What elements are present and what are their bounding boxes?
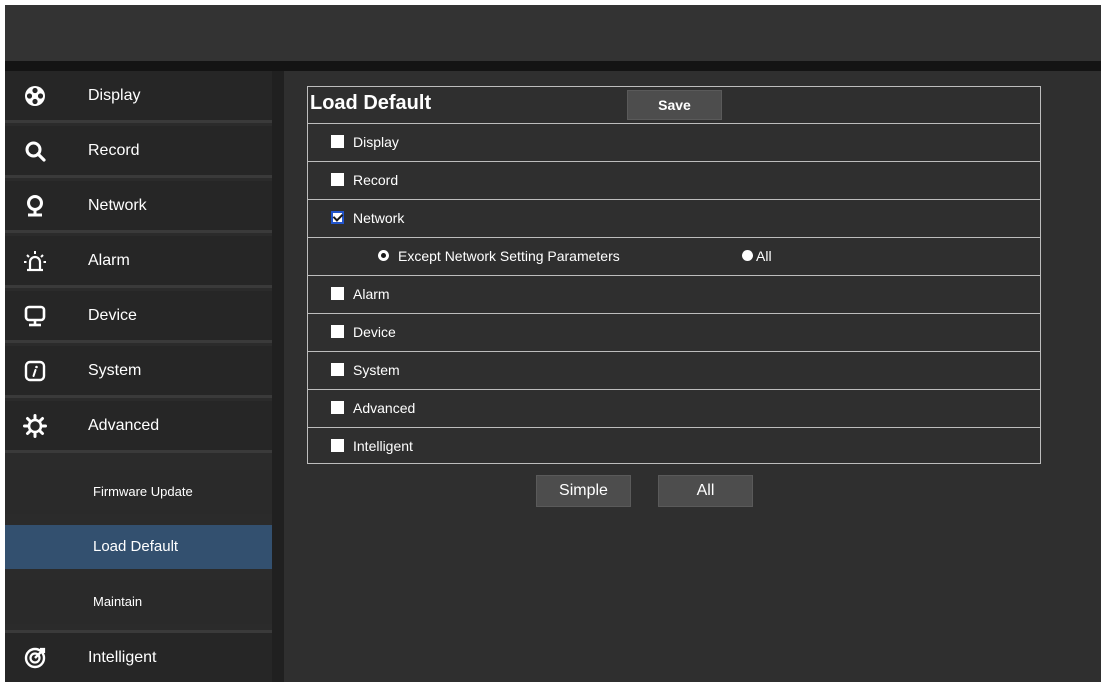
network-sub-row: Except Network Setting Parameters All (308, 238, 1040, 276)
sidebar-subitem-label: Firmware Update (93, 484, 193, 499)
display-icon (25, 86, 45, 106)
option-label: Record (353, 172, 399, 188)
except-network-label: Except Network Setting Parameters (398, 248, 620, 264)
option-row-record[interactable]: Record (308, 162, 1040, 200)
top-divider (5, 61, 1101, 71)
sidebar-subitem-load-default[interactable]: Load Default (5, 525, 272, 569)
save-button[interactable]: Save (627, 90, 722, 120)
sidebar-subitem-firmware-update[interactable]: Firmware Update (5, 470, 272, 514)
sidebar-item-alarm[interactable]: Alarm (5, 236, 272, 288)
page-title: Load Default (310, 92, 432, 114)
option-row-alarm[interactable]: Alarm (308, 276, 1040, 314)
alarm-icon (24, 251, 46, 272)
panel-header-row: Load Default Save (308, 87, 1040, 124)
top-bar (5, 5, 1101, 61)
except-network-radio[interactable] (378, 250, 389, 261)
sidebar: Display Record Network Alarm Device Syst… (5, 71, 272, 682)
display-checkbox[interactable] (331, 135, 344, 148)
sidebar-item-label: Advanced (88, 417, 160, 434)
option-row-intelligent[interactable]: Intelligent (308, 428, 1040, 466)
system-icon (24, 360, 46, 382)
record-icon (25, 141, 46, 162)
intelligent-checkbox[interactable] (331, 439, 344, 452)
app-window: Display Record Network Alarm Device Syst… (5, 5, 1101, 682)
option-label: Device (353, 324, 396, 340)
option-label: Network (353, 210, 405, 226)
sidebar-item-system[interactable]: System (5, 346, 272, 398)
option-row-system[interactable]: System (308, 352, 1040, 390)
sidebar-item-label: Display (88, 87, 141, 104)
option-label: Display (353, 134, 399, 150)
device-icon (24, 305, 46, 327)
network-checkbox[interactable] (331, 211, 344, 224)
all-radio[interactable] (742, 250, 753, 261)
sidebar-divider (272, 71, 284, 682)
sidebar-item-display[interactable]: Display (5, 71, 272, 123)
option-row-display[interactable]: Display (308, 124, 1040, 162)
sidebar-item-device[interactable]: Device (5, 291, 272, 343)
system-checkbox[interactable] (331, 363, 344, 376)
sidebar-subitem-maintain[interactable]: Maintain (5, 580, 272, 624)
option-row-network[interactable]: Network (308, 200, 1040, 238)
option-label: Alarm (353, 286, 390, 302)
intelligent-icon (24, 647, 46, 669)
sidebar-subitem-label: Maintain (93, 594, 143, 609)
alarm-checkbox[interactable] (331, 287, 344, 300)
option-label: Intelligent (353, 438, 413, 454)
option-row-advanced[interactable]: Advanced (308, 390, 1040, 428)
option-label: System (353, 362, 400, 378)
sidebar-item-label: Alarm (88, 252, 130, 269)
sidebar-item-record[interactable]: Record (5, 126, 272, 178)
advanced-checkbox[interactable] (331, 401, 344, 414)
sidebar-item-network[interactable]: Network (5, 181, 272, 233)
device-checkbox[interactable] (331, 325, 344, 338)
all-button[interactable]: All (658, 475, 753, 507)
sidebar-subitem-label: Load Default (93, 538, 179, 555)
sidebar-item-label: System (88, 362, 142, 379)
all-radio-label: All (756, 248, 772, 264)
option-label: Advanced (353, 400, 416, 416)
sidebar-item-label: Network (88, 197, 147, 214)
sidebar-item-label: Intelligent (88, 649, 157, 666)
sidebar-item-intelligent[interactable]: Intelligent (5, 630, 272, 682)
gear-icon (23, 414, 47, 438)
record-checkbox[interactable] (331, 173, 344, 186)
simple-button[interactable]: Simple (536, 475, 631, 507)
network-icon (27, 195, 43, 217)
sidebar-item-advanced[interactable]: Advanced (5, 401, 272, 453)
load-default-panel: Load Default Save Display Record Network… (307, 86, 1041, 464)
sidebar-item-label: Device (88, 307, 137, 324)
sidebar-item-label: Record (88, 142, 140, 159)
option-row-device[interactable]: Device (308, 314, 1040, 352)
